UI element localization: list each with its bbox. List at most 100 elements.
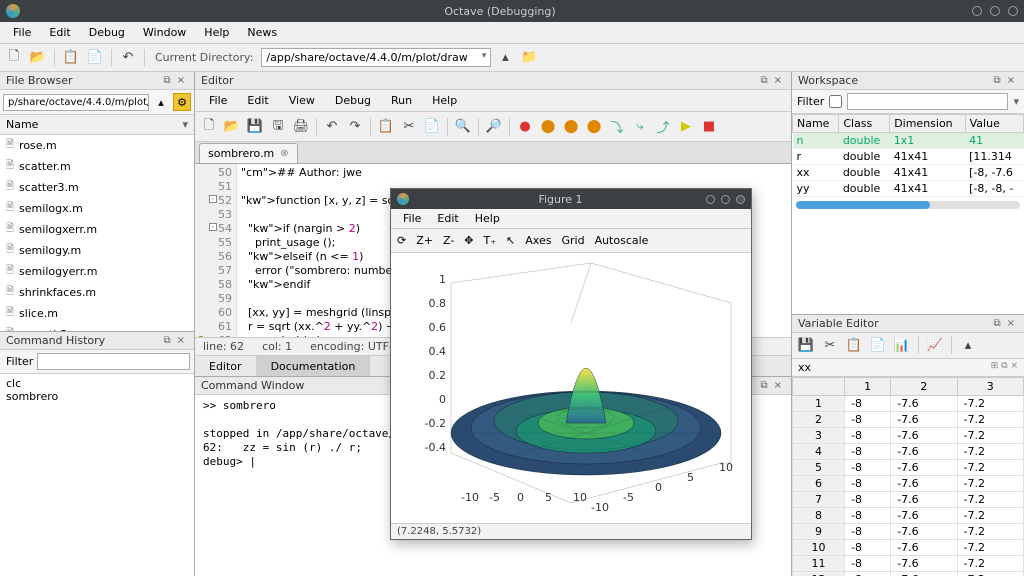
rotate-icon[interactable]: ⟳: [397, 234, 406, 247]
copy-icon[interactable]: 📋: [376, 117, 396, 137]
file-browser-item[interactable]: 🗎semilogyerr.m: [0, 261, 194, 282]
editor-menu-file[interactable]: File: [199, 91, 237, 110]
panel-close-icon[interactable]: ×: [1004, 75, 1018, 86]
panel-undock-icon[interactable]: ⧉: [990, 75, 1003, 86]
file-browser-item[interactable]: 🗎semilogx.m: [0, 198, 194, 219]
variable-row[interactable]: 10-8-7.6-7.2: [793, 539, 1024, 555]
workspace-row[interactable]: ndouble1x141: [793, 133, 1024, 149]
variable-row[interactable]: 11-8-7.6-7.2: [793, 555, 1024, 571]
panel-undock-icon[interactable]: ⧉: [160, 335, 173, 346]
panel-close-icon[interactable]: ×: [771, 380, 785, 391]
editor-menu-edit[interactable]: Edit: [237, 91, 278, 110]
panel-undock-icon[interactable]: ⧉: [757, 380, 770, 391]
up-icon[interactable]: ▴: [958, 335, 978, 355]
figure-window[interactable]: Figure 1 File Edit Help ⟳ Z+ Z- ✥ T₊ ↖ A…: [390, 188, 752, 540]
breakpoint-clear-icon[interactable]: ⬤: [584, 117, 604, 137]
variable-grid[interactable]: 1231-8-7.6-7.22-8-7.6-7.23-8-7.6-7.24-8-…: [792, 377, 1024, 576]
dir-browse-icon[interactable]: 📁: [519, 48, 539, 68]
panel-close-icon[interactable]: ×: [174, 75, 188, 86]
save-icon[interactable]: 💾: [796, 335, 816, 355]
panel-close-icon[interactable]: ×: [1004, 318, 1018, 329]
dir-up-icon[interactable]: ▴: [495, 48, 515, 68]
breakpoint-prev-icon[interactable]: ⬤: [538, 117, 558, 137]
editor-menu-run[interactable]: Run: [381, 91, 422, 110]
zoom-out-button[interactable]: Z-: [443, 234, 454, 247]
tab-documentation[interactable]: Documentation: [257, 356, 371, 376]
history-item[interactable]: sombrero: [6, 390, 188, 403]
open-icon[interactable]: 📂: [222, 117, 242, 137]
panel-close-icon[interactable]: ×: [771, 75, 785, 86]
variable-row[interactable]: 3-8-7.6-7.2: [793, 427, 1024, 443]
figure-close-icon[interactable]: [736, 195, 745, 204]
menu-debug[interactable]: Debug: [80, 23, 134, 42]
save-icon[interactable]: 💾: [245, 117, 265, 137]
menu-news[interactable]: News: [238, 23, 286, 42]
step-out-icon[interactable]: ⤴: [653, 117, 673, 137]
variable-row[interactable]: 5-8-7.6-7.2: [793, 459, 1024, 475]
file-browser-item[interactable]: 🗎shrinkfaces.m: [0, 282, 194, 303]
tab-close-icon[interactable]: ⊗: [280, 148, 288, 159]
file-browser-item[interactable]: 🗎rose.m: [0, 135, 194, 156]
paste-table-icon[interactable]: 📊: [892, 335, 912, 355]
editor-menu-view[interactable]: View: [279, 91, 325, 110]
cut-icon[interactable]: ✂: [820, 335, 840, 355]
panel-undock-icon[interactable]: ⧉: [160, 75, 173, 86]
breakpoint-toggle-icon[interactable]: ●: [515, 117, 535, 137]
file-browser-item[interactable]: 🗎semilogxerr.m: [0, 219, 194, 240]
copy-icon[interactable]: 📋: [61, 48, 81, 68]
workspace-scrollbar[interactable]: [796, 201, 1020, 209]
paste-icon[interactable]: 📄: [422, 117, 442, 137]
workspace-row[interactable]: rdouble41x41[11.314: [793, 149, 1024, 165]
file-browser-header[interactable]: Name▾: [0, 115, 194, 135]
figure-canvas[interactable]: 10.80.60.40.20-0.2-0.4 -10-10-5-50055101…: [391, 253, 751, 523]
minimize-icon[interactable]: [972, 6, 982, 16]
grid-button[interactable]: Grid: [561, 234, 584, 247]
file-browser-item[interactable]: 🗎scatter.m: [0, 156, 194, 177]
menu-edit[interactable]: Edit: [40, 23, 79, 42]
open-file-icon[interactable]: 📂: [28, 48, 48, 68]
panel-undock-icon[interactable]: ⧉: [757, 75, 770, 86]
paste-icon[interactable]: 📄: [85, 48, 105, 68]
autoscale-button[interactable]: Autoscale: [595, 234, 649, 247]
figure-minimize-icon[interactable]: [706, 195, 715, 204]
variable-row[interactable]: 1-8-7.6-7.2: [793, 395, 1024, 411]
menu-help[interactable]: Help: [195, 23, 238, 42]
editor-tab-sombrero[interactable]: sombrero.m⊗: [199, 143, 298, 163]
close-icon[interactable]: [1008, 6, 1018, 16]
workspace-filter-input[interactable]: [847, 93, 1008, 110]
step-in-icon[interactable]: ⤷: [630, 117, 650, 137]
variable-row[interactable]: 7-8-7.6-7.2: [793, 491, 1024, 507]
editor-menu-debug[interactable]: Debug: [325, 91, 381, 110]
menu-window[interactable]: Window: [134, 23, 195, 42]
select-icon[interactable]: ↖: [506, 234, 515, 247]
file-browser-item[interactable]: 🗎smooth3.m: [0, 324, 194, 331]
current-dir-combo[interactable]: /app/share/octave/4.4.0/m/plot/draw: [261, 48, 491, 67]
path-up-icon[interactable]: ▴: [152, 93, 170, 111]
breakpoint-next-icon[interactable]: ⬤: [561, 117, 581, 137]
pan-icon[interactable]: ✥: [464, 234, 473, 247]
figure-menu-file[interactable]: File: [395, 210, 429, 227]
workspace-filter-checkbox[interactable]: [829, 95, 842, 108]
plot-icon[interactable]: 📈: [925, 335, 945, 355]
editor-menu-help[interactable]: Help: [422, 91, 467, 110]
figure-titlebar[interactable]: Figure 1: [391, 189, 751, 209]
undo-icon[interactable]: ↶: [118, 48, 138, 68]
new-file-icon[interactable]: 🗋: [4, 48, 24, 68]
variable-row[interactable]: 8-8-7.6-7.2: [793, 507, 1024, 523]
panel-close-icon[interactable]: ×: [174, 335, 188, 346]
history-item[interactable]: clc: [6, 377, 188, 390]
zoom-in-button[interactable]: Z+: [416, 234, 433, 247]
figure-maximize-icon[interactable]: [721, 195, 730, 204]
cut-icon[interactable]: ✂: [399, 117, 419, 137]
file-browser-item[interactable]: 🗎scatter3.m: [0, 177, 194, 198]
history-filter-input[interactable]: [37, 353, 190, 370]
variable-row[interactable]: 2-8-7.6-7.2: [793, 411, 1024, 427]
file-browser-path-combo[interactable]: p/share/octave/4.4.0/m/plot/draw: [3, 94, 149, 111]
variable-row[interactable]: 9-8-7.6-7.2: [793, 523, 1024, 539]
print-icon[interactable]: 🖨: [291, 117, 311, 137]
redo-icon[interactable]: ↷: [345, 117, 365, 137]
variable-row[interactable]: 12-8-7.6-7.2: [793, 571, 1024, 576]
continue-icon[interactable]: ▶: [676, 117, 696, 137]
figure-menu-edit[interactable]: Edit: [429, 210, 466, 227]
find-icon[interactable]: 🔍: [453, 117, 473, 137]
